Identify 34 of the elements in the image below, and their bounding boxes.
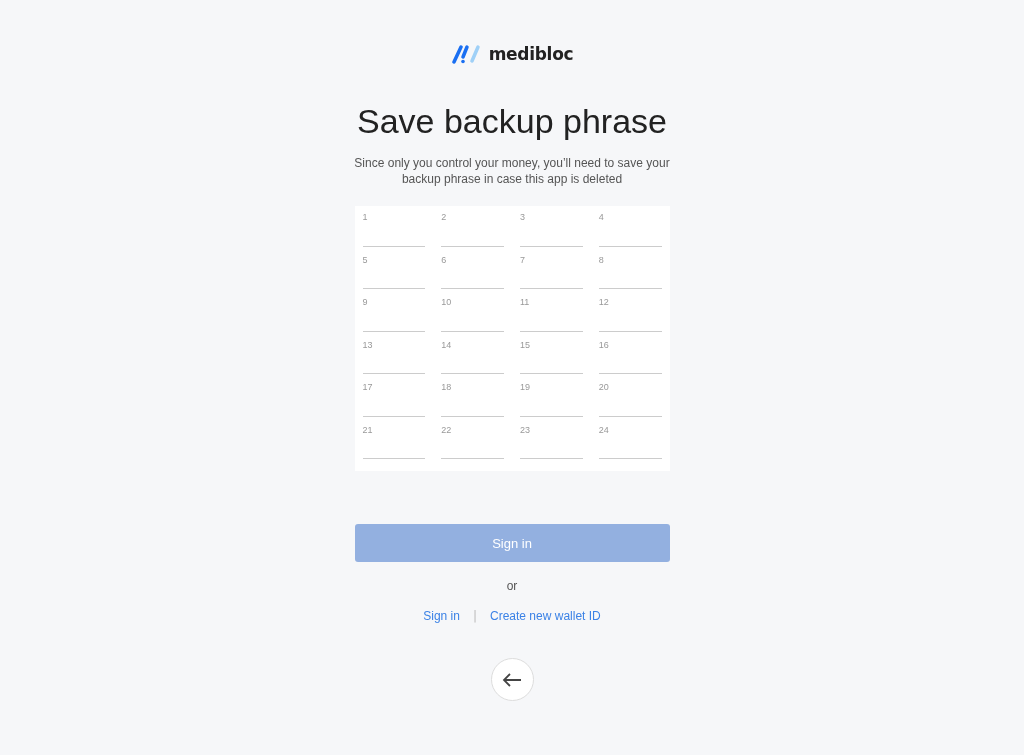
create-wallet-link[interactable]: Create new wallet ID (490, 609, 601, 623)
back-button[interactable] (490, 658, 534, 701)
word-number: 18 (441, 382, 453, 392)
word-number: 5 (362, 254, 369, 265)
word-number: 11 (520, 297, 531, 307)
page-title: Save backup phrase (357, 102, 667, 141)
word-number: 14 (441, 339, 453, 350)
sign-in-link[interactable]: Sign in (423, 609, 460, 623)
word-number: 3 (520, 212, 526, 222)
word-number: 6 (441, 254, 448, 265)
word-number: 2 (441, 212, 448, 222)
word-number: 12 (598, 297, 610, 307)
word-number: 1 (362, 212, 369, 222)
or-text: or (506, 579, 518, 593)
word-number: 19 (520, 382, 531, 392)
word-number: 21 (362, 424, 374, 435)
word-number: 23 (520, 424, 531, 435)
word-number: 16 (598, 339, 610, 350)
word-number: 4 (598, 212, 605, 222)
subtitle: Since only you control your money, you’ll need to save your backup phrase in case this app is deleted (353, 155, 671, 187)
word-number: 22 (441, 424, 453, 435)
word-number: 20 (598, 382, 610, 392)
logo-icon (450, 44, 481, 64)
word-number: 24 (598, 424, 610, 435)
word-number: 15 (520, 339, 531, 350)
word-number: 10 (441, 297, 453, 307)
word-number: 17 (362, 382, 374, 392)
word-number: 7 (520, 254, 526, 265)
logo-text: medibloc (488, 44, 574, 64)
back-arrow-icon (502, 672, 522, 687)
word-number: 13 (362, 339, 374, 350)
word-number: 8 (598, 254, 605, 265)
word-number: 9 (362, 297, 369, 307)
separator: | (472, 609, 477, 623)
